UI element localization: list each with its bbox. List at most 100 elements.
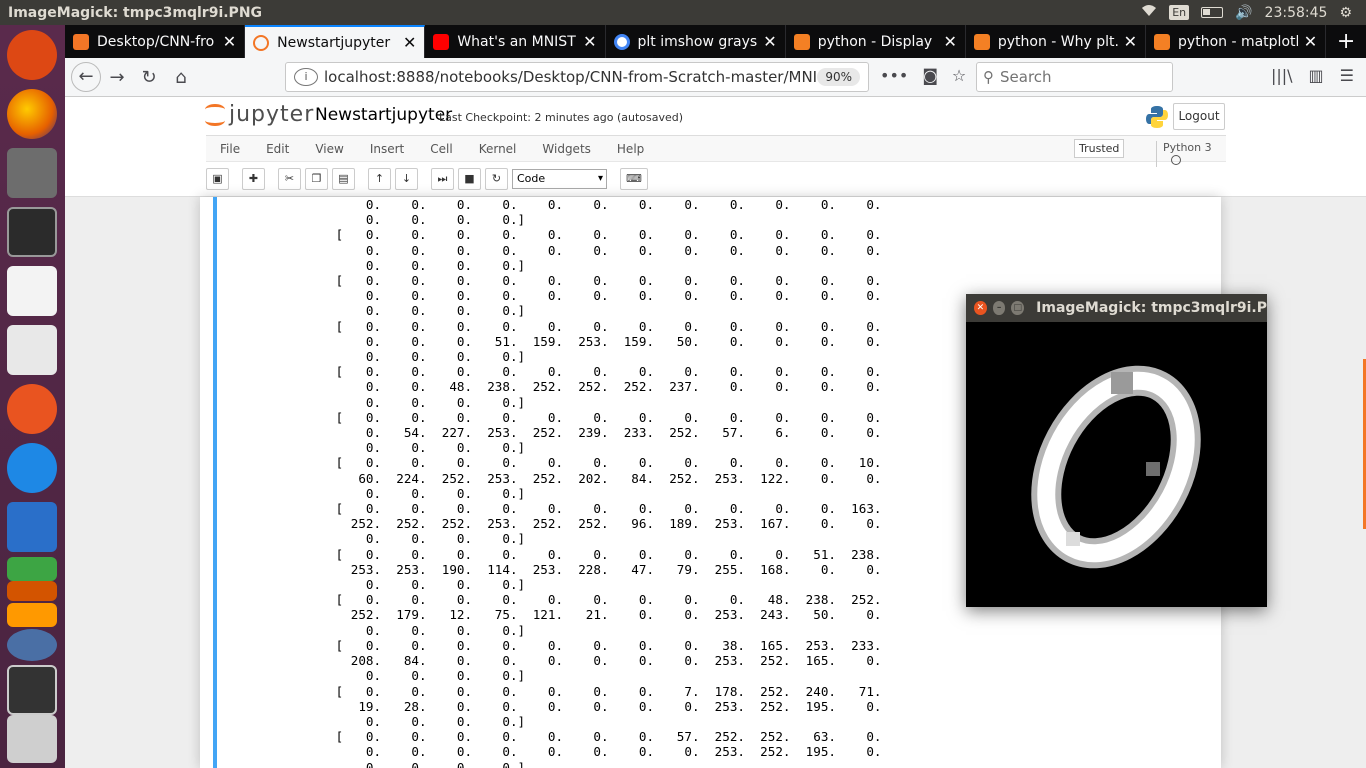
tab-stackoverflow-1[interactable]: python - Display in ✕ bbox=[786, 25, 966, 58]
software-center-icon[interactable] bbox=[7, 384, 57, 434]
output-line: [ 0. 0. 0. 0. 0. 0. 0. 0. 0. 0. 0. 0. bbox=[328, 227, 882, 243]
cell-type-select[interactable]: Code bbox=[512, 169, 607, 189]
library-icon[interactable]: |||\ bbox=[1271, 66, 1293, 85]
forward-arrow-icon[interactable]: → bbox=[101, 67, 133, 88]
close-tab-icon[interactable]: ✕ bbox=[1304, 32, 1317, 51]
minimize-window-icon[interactable]: – bbox=[992, 301, 1006, 315]
home-icon[interactable]: ⌂ bbox=[165, 67, 197, 88]
text-editor-icon[interactable] bbox=[7, 325, 57, 375]
tab-google-search[interactable]: plt imshow grays ✕ bbox=[606, 25, 786, 58]
trash-icon[interactable] bbox=[7, 715, 57, 763]
digit-zero-icon bbox=[966, 322, 1267, 607]
close-tab-icon[interactable]: ✕ bbox=[763, 32, 776, 51]
wifi-icon[interactable] bbox=[1141, 4, 1157, 21]
tab-stackoverflow-2[interactable]: python - Why plt.i ✕ bbox=[966, 25, 1147, 58]
output-line: 252. 179. 12. 75. 121. 21. 0. 0. 253. 24… bbox=[328, 607, 882, 623]
keyboard-layout-indicator[interactable]: En bbox=[1169, 5, 1190, 20]
menu-cell[interactable]: Cell bbox=[417, 142, 465, 156]
keyboard-icon[interactable]: ⌨ bbox=[620, 168, 648, 190]
power-gear-icon[interactable]: ⚙ bbox=[1339, 5, 1352, 21]
display-icon[interactable] bbox=[7, 665, 57, 715]
move-down-icon[interactable]: ↓ bbox=[395, 168, 418, 190]
tab-newstartjupyter[interactable]: Newstartjupyter ✕ bbox=[245, 25, 426, 58]
output-line: 0. 0. 0. 0.] bbox=[328, 577, 526, 593]
close-tab-icon[interactable]: ✕ bbox=[403, 33, 416, 52]
tab-label: Newstartjupyter bbox=[277, 34, 391, 51]
more-actions-icon[interactable]: ••• bbox=[880, 66, 908, 85]
url-bar[interactable]: i localhost:8888/notebooks/Desktop/CNN-f… bbox=[285, 62, 869, 92]
amazon-icon[interactable] bbox=[7, 603, 57, 627]
zoom-indicator[interactable]: 90% bbox=[817, 68, 860, 86]
tab-mnist-video[interactable]: What's an MNIST ✕ bbox=[425, 25, 606, 58]
browser-right-toolbar: |||\ ▥ ☰ bbox=[1271, 66, 1354, 85]
stackoverflow-favicon-icon bbox=[793, 33, 810, 50]
selected-cell-indicator bbox=[213, 197, 217, 768]
cut-icon[interactable]: ✂ bbox=[278, 168, 301, 190]
move-up-icon[interactable]: ↑ bbox=[368, 168, 391, 190]
output-line: 19. 28. 0. 0. 0. 0. 0. 0. 253. 252. 195.… bbox=[328, 698, 882, 714]
menu-insert[interactable]: Insert bbox=[357, 142, 417, 156]
new-tab-button[interactable]: + bbox=[1326, 25, 1366, 58]
logout-button[interactable]: Logout bbox=[1173, 103, 1225, 130]
document-viewer-icon[interactable] bbox=[7, 266, 57, 316]
ubuntu-dash-icon[interactable] bbox=[7, 30, 57, 80]
site-info-icon[interactable]: i bbox=[294, 68, 318, 86]
hamburger-menu-icon[interactable]: ☰ bbox=[1340, 66, 1354, 85]
restart-icon[interactable]: ↻ bbox=[485, 168, 508, 190]
volume-icon[interactable]: 🔊 bbox=[1235, 5, 1252, 21]
jupyter-logo[interactable]: jupyter bbox=[205, 101, 314, 127]
imagemagick-titlebar[interactable]: ✕ – □ ImageMagick: tmpc3mqlr9i.PNG bbox=[966, 294, 1267, 322]
top-panel: ImageMagick: tmpc3mqlr9i.PNG En 🔊 23:58:… bbox=[0, 0, 1366, 25]
menu-kernel[interactable]: Kernel bbox=[466, 142, 530, 156]
tab-favicon-icon bbox=[73, 33, 89, 50]
save-icon[interactable]: ▣ bbox=[206, 168, 229, 190]
close-tab-icon[interactable]: ✕ bbox=[1124, 32, 1137, 51]
jupyter-app-icon[interactable] bbox=[7, 443, 57, 493]
tab-label: python - Why plt.i bbox=[997, 33, 1118, 50]
menu-view[interactable]: View bbox=[302, 142, 356, 156]
menu-edit[interactable]: Edit bbox=[253, 142, 302, 156]
copy-icon[interactable]: ❐ bbox=[305, 168, 328, 190]
firefox-icon[interactable] bbox=[7, 89, 57, 139]
search-box[interactable]: ⚲ Search bbox=[976, 62, 1173, 92]
menu-file[interactable]: File bbox=[206, 142, 253, 156]
page-actions: ••• ◙ ☆ bbox=[880, 66, 966, 85]
insert-cell-icon[interactable]: ✚ bbox=[242, 168, 265, 190]
sidebar-icon[interactable]: ▥ bbox=[1309, 66, 1324, 85]
imagemagick-window[interactable]: ✕ – □ ImageMagick: tmpc3mqlr9i.PNG bbox=[966, 294, 1267, 607]
interrupt-icon[interactable]: ■ bbox=[458, 168, 481, 190]
close-tab-icon[interactable]: ✕ bbox=[223, 32, 236, 51]
terminal-icon[interactable] bbox=[7, 207, 57, 257]
output-line: [ 0. 0. 0. 0. 0. 0. 0. 0. 0. 0. 0. 0. bbox=[328, 364, 882, 380]
pocket-icon[interactable]: ◙ bbox=[922, 66, 938, 85]
clock[interactable]: 23:58:45 bbox=[1265, 5, 1328, 21]
reload-icon[interactable]: ↻ bbox=[133, 67, 165, 88]
youtube-favicon-icon bbox=[433, 33, 450, 50]
maximize-window-icon[interactable]: □ bbox=[1011, 301, 1025, 315]
close-tab-icon[interactable]: ✕ bbox=[583, 32, 596, 51]
settings-icon[interactable] bbox=[7, 629, 57, 661]
cell-output: 0. 0. 0. 0. 0. 0. 0. 0. 0. 0. 0. 0. 0. 0… bbox=[328, 197, 882, 768]
menu-help[interactable]: Help bbox=[604, 142, 657, 156]
back-arrow-icon[interactable]: ← bbox=[71, 62, 101, 92]
files-icon[interactable] bbox=[7, 148, 57, 198]
battery-icon[interactable] bbox=[1201, 7, 1224, 18]
calc-icon[interactable] bbox=[7, 557, 57, 581]
run-icon[interactable]: ⏭ bbox=[431, 168, 454, 190]
paste-icon[interactable]: ▤ bbox=[332, 168, 355, 190]
tab-desktop[interactable]: Desktop/CNN-fro ✕ bbox=[65, 25, 246, 58]
output-line: [ 0. 0. 0. 0. 0. 0. 0. 0. 0. 0. 0. 10. bbox=[328, 455, 882, 471]
menu-widgets[interactable]: Widgets bbox=[529, 142, 604, 156]
kernel-name: Python 3 bbox=[1163, 141, 1212, 154]
tab-stackoverflow-3[interactable]: python - matplotli ✕ bbox=[1146, 25, 1327, 58]
bookmark-star-icon[interactable]: ☆ bbox=[952, 66, 966, 85]
impress-icon[interactable] bbox=[7, 581, 57, 601]
close-window-icon[interactable]: ✕ bbox=[974, 301, 987, 315]
writer-icon[interactable] bbox=[7, 502, 57, 552]
tab-label: What's an MNIST bbox=[457, 33, 576, 50]
output-line: 208. 84. 0. 0. 0. 0. 0. 0. 253. 252. 165… bbox=[328, 653, 882, 669]
trusted-indicator[interactable]: Trusted bbox=[1074, 139, 1125, 158]
close-tab-icon[interactable]: ✕ bbox=[943, 32, 956, 51]
notebook-name[interactable]: Newstartjupyter bbox=[315, 105, 452, 125]
url-text[interactable]: localhost:8888/notebooks/Desktop/CNN-fro… bbox=[324, 68, 817, 86]
